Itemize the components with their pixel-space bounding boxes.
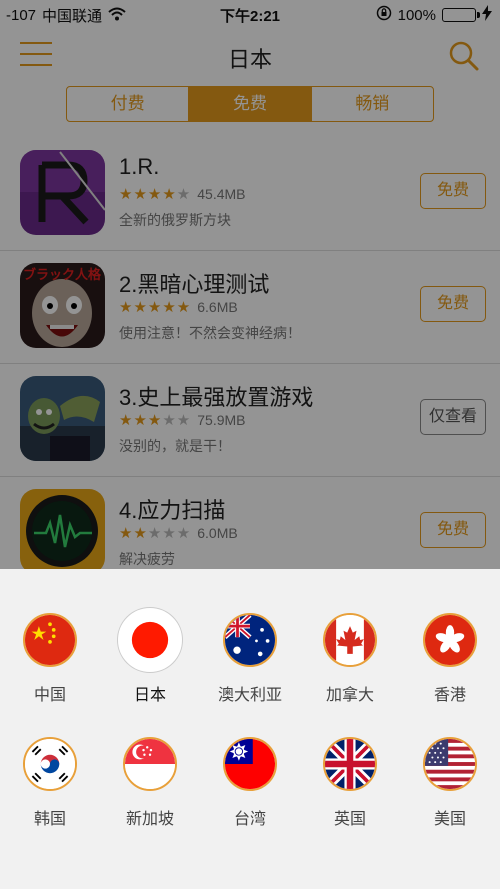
view-only-button[interactable]: 仅查看 xyxy=(420,399,486,435)
app-description: 没别的，就是干！ xyxy=(119,438,231,454)
tab-top-grossing[interactable]: 畅销 xyxy=(312,87,433,121)
country-label: 新加坡 xyxy=(125,811,174,828)
country-label: 日本 xyxy=(133,687,166,704)
app-name: 3.史上最强放置游戏 xyxy=(119,385,314,410)
app-icon-idle-game xyxy=(20,376,105,461)
korea-flag-icon xyxy=(23,737,77,791)
app-name: 1.R. xyxy=(119,154,160,179)
country-canada[interactable]: 加拿大 xyxy=(300,613,400,705)
country-uk[interactable]: 英国 xyxy=(300,737,400,829)
country-label: 英国 xyxy=(333,811,366,828)
app-icon-text: ブラック人格 xyxy=(23,267,102,283)
app-description: 解决疲劳 xyxy=(119,551,175,567)
app-description: 使用注意！不然会变神经病！ xyxy=(119,325,301,341)
app-row-2[interactable]: ブラック人格 2.黑暗心理测试 ★★★★★ 6.6MB 使用注意！不然会变神经病… xyxy=(0,251,500,364)
rating-stars: ★★★★★ xyxy=(119,186,192,203)
country-china[interactable]: 中国 xyxy=(0,613,100,705)
country-singapore[interactable]: 新加坡 xyxy=(100,737,200,829)
country-label: 韩国 xyxy=(33,811,66,828)
app-name: 2.黑暗心理测试 xyxy=(119,272,270,297)
rating-stars: ★★★★★ xyxy=(119,299,192,316)
app-list: 1.R. ★★★★★ 45.4MB 全新的俄罗斯方块 免费 ブラック人格 2.黑… xyxy=(0,138,500,590)
app-icon-r xyxy=(20,150,105,235)
taiwan-flag-icon xyxy=(223,737,277,791)
hongkong-flag-icon xyxy=(423,613,477,667)
orientation-lock-icon xyxy=(376,5,392,25)
country-label: 加拿大 xyxy=(325,687,374,704)
country-label: 中国 xyxy=(33,687,66,704)
country-label: 美国 xyxy=(433,811,466,828)
nav-bar: 日本 xyxy=(0,28,500,84)
app-description: 全新的俄罗斯方块 xyxy=(119,212,231,228)
country-label: 台湾 xyxy=(233,811,266,828)
category-tabs: 付费 免费 畅销 xyxy=(66,86,434,122)
country-hongkong[interactable]: 香港 xyxy=(400,613,500,705)
usa-flag-icon xyxy=(423,737,477,791)
china-flag-icon xyxy=(23,613,77,667)
country-taiwan[interactable]: 台湾 xyxy=(200,737,300,829)
app-size: 6.0MB xyxy=(197,525,238,541)
canada-flag-icon xyxy=(323,613,377,667)
app-row-1[interactable]: 1.R. ★★★★★ 45.4MB 全新的俄罗斯方块 免费 xyxy=(0,138,500,251)
uk-flag-icon xyxy=(323,737,377,791)
battery-icon xyxy=(442,8,480,22)
tab-paid[interactable]: 付费 xyxy=(67,87,190,121)
get-button[interactable]: 免费 xyxy=(420,173,486,209)
australia-flag-icon xyxy=(223,613,277,667)
app-name: 4.应力扫描 xyxy=(119,498,226,523)
country-australia[interactable]: 澳大利亚 xyxy=(200,613,300,705)
charging-icon xyxy=(482,5,492,25)
search-icon[interactable] xyxy=(448,40,480,72)
country-japan[interactable]: 日本 xyxy=(100,608,200,705)
country-korea[interactable]: 韩国 xyxy=(0,737,100,829)
battery-percent: 100% xyxy=(397,6,436,24)
app-size: 6.6MB xyxy=(197,299,238,315)
singapore-flag-icon xyxy=(123,737,177,791)
get-button[interactable]: 免费 xyxy=(420,512,486,548)
status-bar: -107 中国联通 下午2:21 100% xyxy=(0,0,500,28)
country-label: 香港 xyxy=(433,687,466,704)
country-label: 澳大利亚 xyxy=(217,687,282,704)
app-icon-dark-psych: ブラック人格 xyxy=(20,263,105,348)
app-row-3[interactable]: 3.史上最强放置游戏 ★★★★★ 75.9MB 没别的，就是干！ 仅查看 xyxy=(0,364,500,477)
rating-stars: ★★★★★ xyxy=(119,525,192,542)
country-picker-sheet: 中国 日本 澳大利亚 加拿大 香港 韩国 新加坡 台湾 英国 美国 xyxy=(0,569,500,889)
page-title: 日本 xyxy=(227,47,272,72)
tab-free[interactable]: 免费 xyxy=(189,87,312,121)
get-button[interactable]: 免费 xyxy=(420,286,486,322)
japan-flag-icon xyxy=(118,608,182,672)
country-usa[interactable]: 美国 xyxy=(400,737,500,829)
rating-stars: ★★★★★ xyxy=(119,412,192,429)
app-icon-stress-scan xyxy=(20,489,105,574)
app-size: 75.9MB xyxy=(197,412,246,428)
app-size: 45.4MB xyxy=(197,186,246,202)
